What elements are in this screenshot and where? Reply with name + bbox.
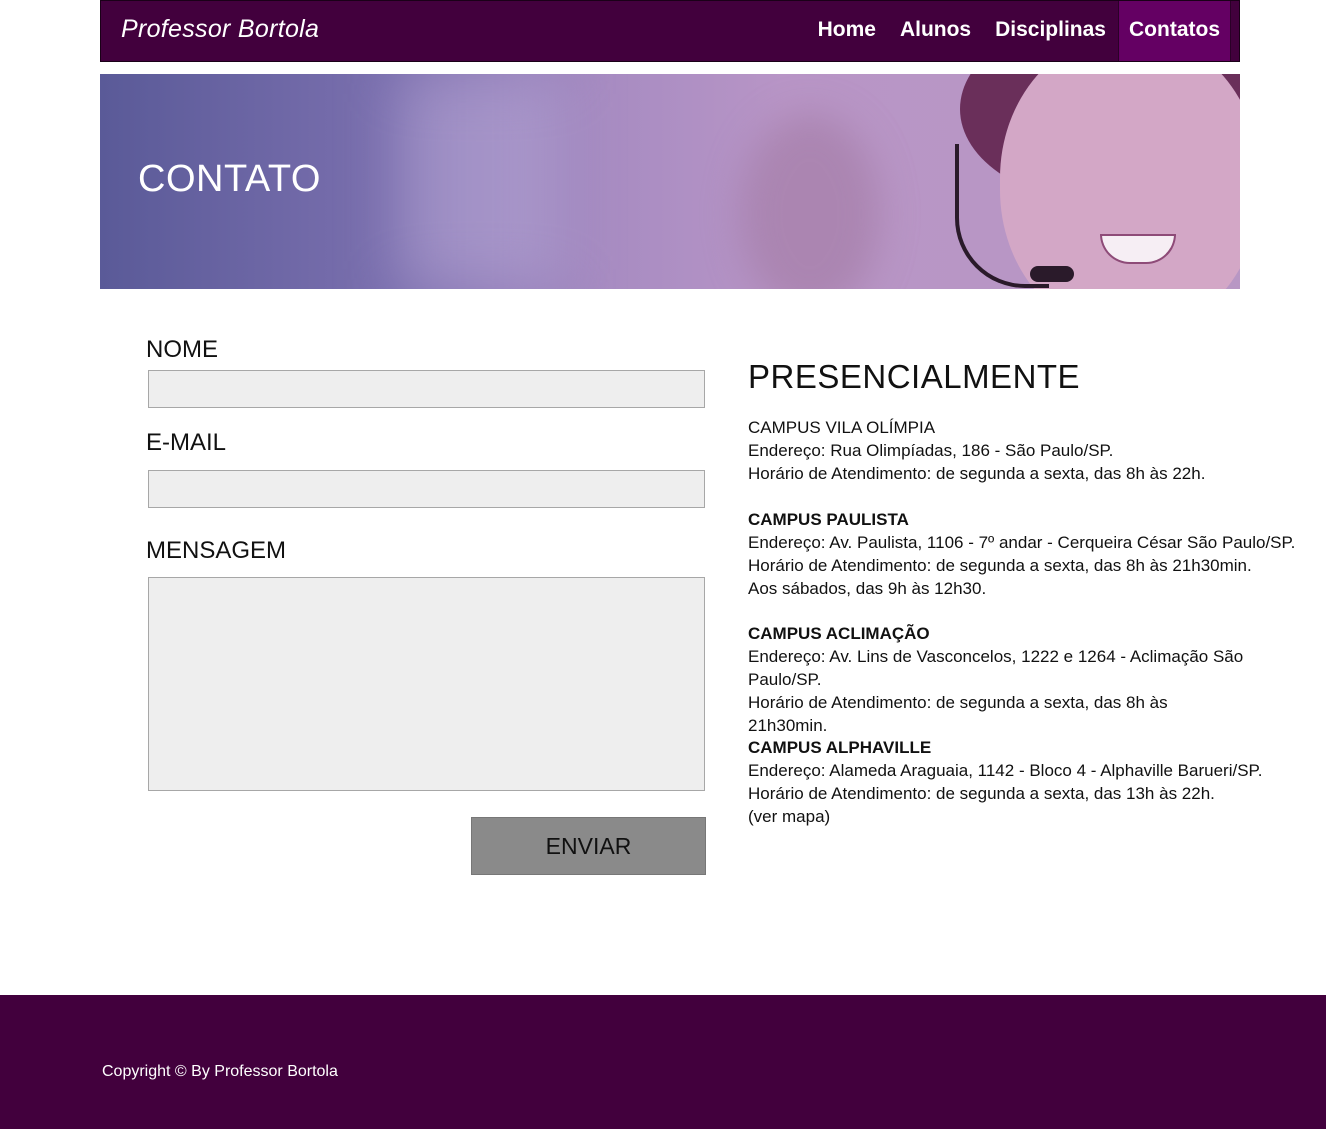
info-title: PRESENCIALMENTE (748, 358, 1081, 395)
banner-image-person-background (740, 114, 880, 289)
name-input[interactable] (148, 370, 705, 408)
campus-name: CAMPUS VILA OLÍMPIA (748, 418, 936, 437)
campus-hours: Horário de Atendimento: de segunda a sex… (748, 693, 1168, 735)
campus-hours: Horário de Atendimento: de segunda a sex… (748, 784, 1215, 803)
map-link[interactable]: (ver mapa) (748, 805, 1308, 828)
banner-title: CONTATO (138, 158, 321, 200)
page-footer: Copyright © By Professor Bortola (0, 995, 1326, 1129)
campus-saturday-hours: Aos sábados, das 9h às 12h30. (748, 579, 987, 598)
nav-item-contatos[interactable]: Contatos (1118, 1, 1231, 61)
campus-address: Endereço: Av. Paulista, 1106 - 7º andar … (748, 533, 1296, 552)
email-input[interactable] (148, 470, 705, 508)
hero-banner: CONTATO (100, 74, 1240, 289)
campus-address: Endereço: Av. Lins de Vasconcelos, 1222 … (748, 647, 1244, 689)
campus-alphaville: CAMPUS ALPHAVILLE Endereço: Alameda Arag… (748, 736, 1308, 828)
nav-item-alunos[interactable]: Alunos (888, 1, 983, 61)
campus-vila-olimpia: CAMPUS VILA OLÍMPIA Endereço: Rua Olimpí… (748, 416, 1308, 485)
campus-name: CAMPUS ALPHAVILLE (748, 738, 932, 757)
nav-item-disciplinas[interactable]: Disciplinas (983, 1, 1118, 61)
campus-name: CAMPUS ACLIMAÇÃO (748, 624, 930, 643)
nav-item-home[interactable]: Home (806, 1, 888, 61)
copyright-text: Copyright © By Professor Bortola (102, 1063, 338, 1080)
campus-hours: Horário de Atendimento: de segunda a sex… (748, 464, 1206, 483)
name-label: NOME (146, 336, 218, 363)
campus-aclimacao: CAMPUS ACLIMAÇÃO Endereço: Av. Lins de V… (748, 622, 1248, 737)
headset-mic-icon (1030, 266, 1074, 282)
main-nav: Home Alunos Disciplinas Contatos (806, 1, 1239, 61)
campus-address: Endereço: Alameda Araguaia, 1142 - Bloco… (748, 761, 1263, 780)
email-label: E-MAIL (146, 429, 227, 456)
message-textarea[interactable] (148, 577, 705, 791)
campus-address: Endereço: Rua Olimpíadas, 186 - São Paul… (748, 441, 1114, 460)
campus-hours: Horário de Atendimento: de segunda a sex… (748, 556, 1252, 575)
banner-image-blur (400, 74, 560, 289)
submit-button[interactable]: ENVIAR (471, 817, 706, 875)
campus-paulista: CAMPUS PAULISTA Endereço: Av. Paulista, … (748, 508, 1308, 600)
message-label: MENSAGEM (146, 537, 287, 564)
campus-name: CAMPUS PAULISTA (748, 510, 909, 529)
top-header: Professor Bortola Home Alunos Disciplina… (100, 0, 1240, 62)
site-brand[interactable]: Professor Bortola (121, 15, 319, 44)
